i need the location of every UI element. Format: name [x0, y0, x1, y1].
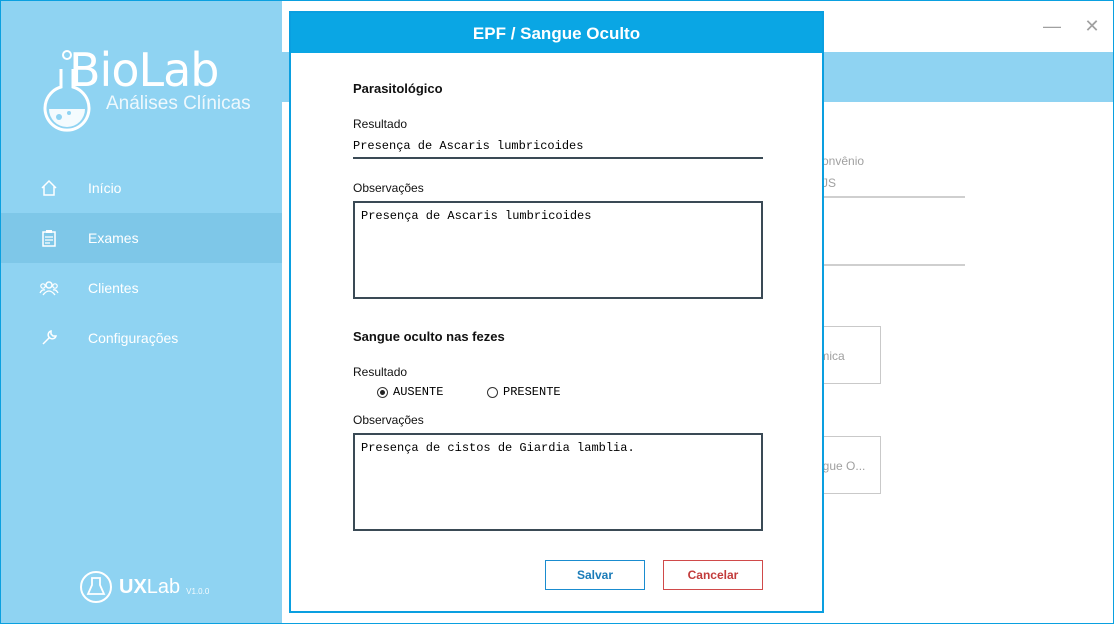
dialog-title: EPF / Sangue Oculto: [291, 13, 822, 53]
epf-dialog: EPF / Sangue Oculto Parasitológico Resul…: [289, 11, 824, 613]
exam-card-bioquimica[interactable]: ímica: [816, 326, 881, 384]
wrench-icon: [39, 328, 59, 348]
sidebar-item-exames[interactable]: Exames: [1, 213, 282, 263]
uxlab-footer: UXLab V1.0.0: [79, 569, 209, 605]
parasitologico-resultado-input[interactable]: [353, 135, 763, 159]
cancel-button[interactable]: Cancelar: [663, 560, 763, 590]
convenio-underline: [822, 196, 965, 198]
uxlab-name: UXLab: [119, 576, 180, 599]
logo-subtitle: Análises Clínicas: [106, 93, 251, 114]
sidebar-item-label: Configurações: [88, 330, 179, 346]
uxlab-version: V1.0.0: [186, 586, 210, 596]
logo-title: BioLab: [69, 43, 219, 97]
save-button[interactable]: Salvar: [545, 560, 645, 590]
parasitologico-title: Parasitológico: [353, 81, 443, 96]
parasitologico-observacoes-textarea[interactable]: Presença de Ascaris lumbricoides: [353, 201, 763, 299]
uxlab-flask-icon: [80, 571, 112, 603]
sangue-oculto-resultado-label: Resultado: [353, 365, 408, 379]
sidebar-item-clientes[interactable]: Clientes: [1, 263, 282, 313]
radio-ausente[interactable]: AUSENTE: [377, 385, 443, 399]
radio-presente[interactable]: PRESENTE: [487, 385, 561, 399]
sangue-oculto-title: Sangue oculto nas fezes: [353, 329, 505, 344]
uxlab-name-bold: UX: [119, 575, 147, 598]
sidebar-item-label: Exames: [88, 230, 139, 246]
sidebar-item-configuracoes[interactable]: Configurações: [1, 313, 282, 363]
minimize-button[interactable]: —: [1042, 16, 1062, 36]
home-icon: [39, 178, 59, 198]
radio-unchecked-icon: [487, 386, 498, 398]
sidebar-nav: Início Exames Clientes Configurações: [1, 163, 282, 363]
sangue-oculto-observacoes-textarea[interactable]: Presença de cistos de Giardia lamblia.: [353, 433, 763, 531]
field-underline: [822, 264, 965, 266]
users-icon: [39, 278, 59, 298]
close-window-button[interactable]: ✕: [1082, 16, 1102, 36]
sidebar-item-inicio[interactable]: Início: [1, 163, 282, 213]
exam-card-sangue-oculto[interactable]: ngue O...: [816, 436, 881, 494]
sidebar: BioLab Análises Clínicas Início Exames C…: [1, 1, 282, 623]
convenio-value: JS: [822, 176, 837, 190]
uxlab-name-light: Lab: [146, 575, 181, 598]
sangue-oculto-observacoes-label: Observações: [353, 413, 424, 427]
parasitologico-resultado-label: Resultado: [353, 117, 408, 131]
radio-checked-icon: [377, 386, 388, 398]
parasitologico-observacoes-label: Observações: [353, 181, 424, 195]
sidebar-item-label: Clientes: [88, 280, 139, 296]
radio-label: AUSENTE: [393, 385, 444, 399]
sidebar-item-label: Início: [88, 180, 122, 196]
biolab-logo: BioLab Análises Clínicas: [41, 41, 261, 132]
radio-label: PRESENTE: [503, 385, 561, 399]
clipboard-icon: [39, 228, 59, 248]
convenio-label: onvênio: [822, 154, 865, 168]
